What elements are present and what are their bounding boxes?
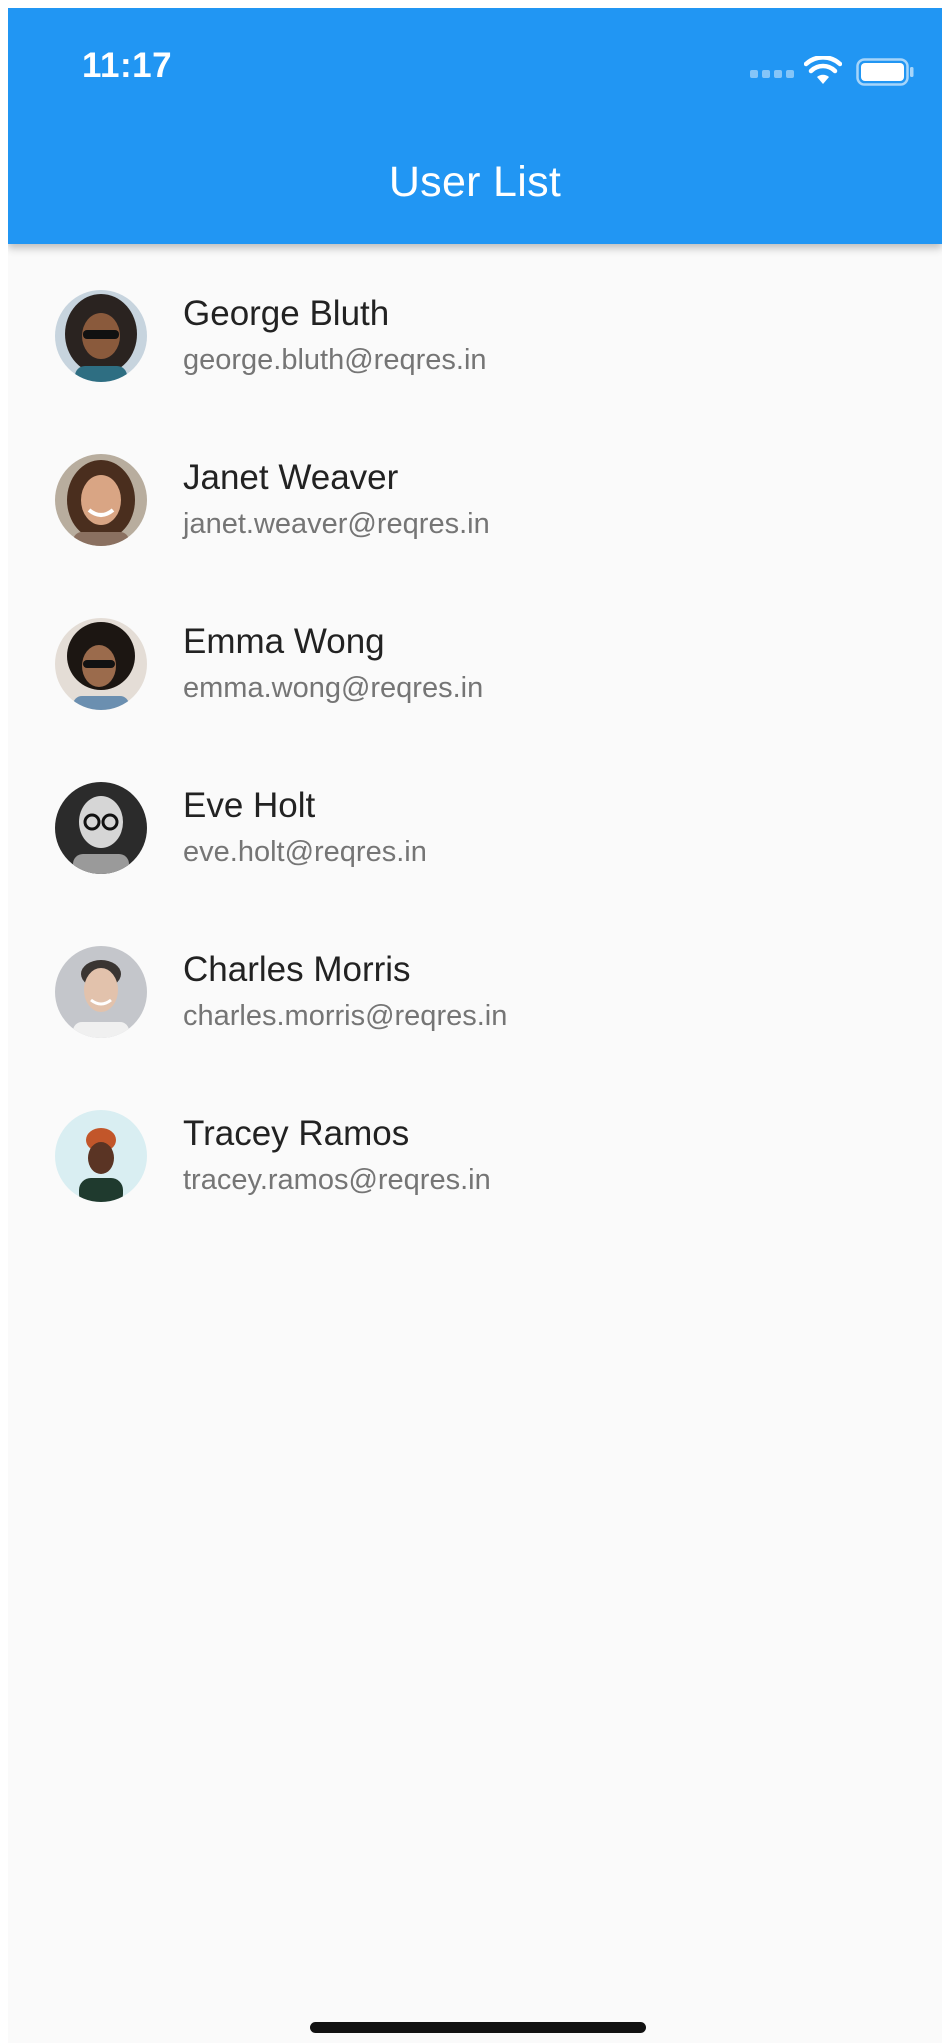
list-item[interactable]: George Bluth george.bluth@reqres.in xyxy=(8,244,942,408)
list-item[interactable]: Charles Morris charles.morris@reqres.in xyxy=(8,900,942,1064)
list-item[interactable]: Emma Wong emma.wong@reqres.in xyxy=(8,572,942,736)
page-title: User List xyxy=(388,158,562,206)
user-name: Charles Morris xyxy=(183,950,411,989)
avatar xyxy=(55,946,147,1038)
user-email: eve.holt@reqres.in xyxy=(183,836,427,868)
user-name: Eve Holt xyxy=(183,786,316,825)
wifi-icon xyxy=(804,56,842,84)
app-screen: 11:17 User List George Bluth george.blut… xyxy=(8,8,942,2043)
app-bar: 11:17 User List xyxy=(8,8,942,244)
list-item[interactable]: Tracey Ramos tracey.ramos@reqres.in xyxy=(8,1064,942,1228)
avatar xyxy=(55,1110,147,1202)
user-name: Emma Wong xyxy=(183,622,385,661)
user-email: charles.morris@reqres.in xyxy=(183,1000,508,1032)
list-item[interactable]: Eve Holt eve.holt@reqres.in xyxy=(8,736,942,900)
status-time: 11:17 xyxy=(82,46,173,85)
avatar xyxy=(55,782,147,874)
user-email: emma.wong@reqres.in xyxy=(183,672,484,704)
user-name: Tracey Ramos xyxy=(183,1114,410,1153)
user-name: Janet Weaver xyxy=(183,458,399,497)
user-list: George Bluth george.bluth@reqres.in Jane… xyxy=(8,244,942,1228)
user-email: tracey.ramos@reqres.in xyxy=(183,1164,491,1196)
battery-icon xyxy=(856,58,914,86)
user-name: George Bluth xyxy=(183,294,390,333)
list-item[interactable]: Janet Weaver janet.weaver@reqres.in xyxy=(8,408,942,572)
signal-icon xyxy=(750,70,794,78)
avatar xyxy=(55,290,147,382)
home-indicator[interactable] xyxy=(310,2022,646,2033)
avatar xyxy=(55,454,147,546)
avatar xyxy=(55,618,147,710)
user-email: janet.weaver@reqres.in xyxy=(183,508,490,540)
user-email: george.bluth@reqres.in xyxy=(183,344,487,376)
